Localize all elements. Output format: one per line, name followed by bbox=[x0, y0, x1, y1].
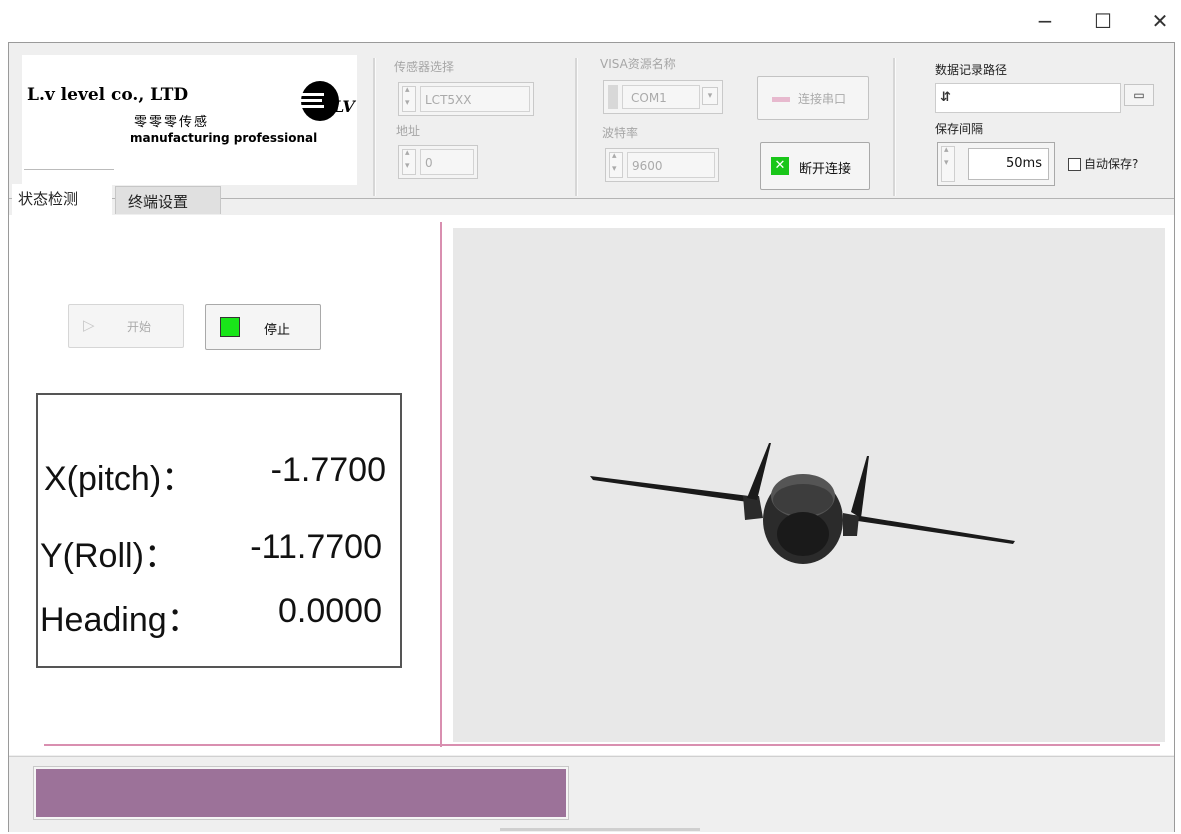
company-logo: L.v level co., LTD 零零零传感 manufacturing p… bbox=[22, 55, 357, 185]
logo-tagline-en: manufacturing professional bbox=[130, 131, 318, 145]
baud-rate-spinner[interactable] bbox=[609, 151, 623, 178]
scroll-indicator[interactable] bbox=[500, 828, 700, 831]
minimize-button[interactable]: − bbox=[1025, 6, 1065, 36]
connect-indicator-icon bbox=[772, 97, 790, 102]
aircraft-model-icon bbox=[590, 443, 1015, 564]
sensor-select-value: LCT5XX bbox=[420, 86, 530, 112]
chevron-down-icon[interactable]: ▾ bbox=[702, 87, 718, 105]
sensor-select[interactable]: LCT5XX bbox=[398, 82, 534, 116]
logo-tagline-cn: 零零零传感 bbox=[134, 115, 210, 130]
save-interval-spinner[interactable] bbox=[941, 145, 955, 182]
autosave-checkbox[interactable] bbox=[1068, 158, 1081, 171]
visa-resource-select[interactable]: COM1 ▾ bbox=[603, 80, 723, 114]
panel-separator bbox=[893, 58, 896, 196]
panel-separator bbox=[373, 58, 376, 196]
log-path-label: 数据记录路径 bbox=[935, 63, 1008, 77]
save-interval-label: 保存间隔 bbox=[935, 122, 984, 136]
visa-resource-icon bbox=[608, 85, 618, 109]
start-label: 开始 bbox=[127, 320, 152, 334]
roll-label: Y(Roll)： bbox=[40, 537, 178, 575]
address-label: 地址 bbox=[396, 124, 421, 138]
log-path-input[interactable]: ⇵ bbox=[935, 83, 1121, 113]
connect-serial-label: 连接串口 bbox=[798, 92, 847, 106]
stop-button[interactable]: 停止 bbox=[205, 304, 321, 350]
panel-separator bbox=[575, 58, 578, 196]
path-icon: ⇵ bbox=[940, 90, 951, 105]
folder-browse-icon[interactable]: ▭ bbox=[1124, 84, 1154, 106]
baud-rate-value: 9600 bbox=[627, 152, 715, 178]
close-button[interactable]: ✕ bbox=[1140, 6, 1180, 36]
baud-rate-label: 波特率 bbox=[602, 126, 639, 140]
disconnect-button[interactable]: ✕ 断开连接 bbox=[760, 142, 870, 190]
save-interval-input[interactable]: 50ms bbox=[937, 142, 1055, 186]
address-spinner[interactable] bbox=[402, 148, 416, 175]
maximize-button[interactable]: ☐ bbox=[1083, 6, 1123, 36]
disconnect-label: 断开连接 bbox=[799, 162, 852, 177]
sensor-select-spinner[interactable] bbox=[402, 85, 416, 112]
tab-status-monitor[interactable]: 状态检测 bbox=[12, 184, 112, 216]
sensor-select-label: 传感器选择 bbox=[394, 60, 455, 74]
save-interval-value: 50ms bbox=[968, 148, 1049, 180]
tab-terminal-settings[interactable]: 终端设置 bbox=[115, 186, 221, 214]
stop-label: 停止 bbox=[264, 323, 291, 338]
play-icon: ▷ bbox=[83, 316, 95, 334]
divider-horizontal bbox=[44, 744, 1160, 746]
visa-resource-label: VISA资源名称 bbox=[600, 57, 676, 71]
baud-rate-input[interactable]: 9600 bbox=[605, 148, 719, 182]
visa-resource-value: COM1 bbox=[622, 85, 700, 109]
address-value: 0 bbox=[420, 149, 474, 175]
aircraft-3d-view bbox=[453, 228, 1165, 742]
running-led-icon bbox=[220, 317, 240, 337]
heading-value: 0.0000 bbox=[278, 592, 382, 630]
connect-serial-button[interactable]: 连接串口 bbox=[757, 76, 869, 120]
pitch-label: X(pitch)： bbox=[44, 460, 196, 498]
progress-bar-fill bbox=[36, 769, 566, 817]
disconnect-x-icon: ✕ bbox=[771, 157, 789, 175]
start-button[interactable]: ▷ 开始 bbox=[68, 304, 184, 348]
logo-mark-text: LV bbox=[333, 97, 355, 116]
attitude-readout-panel: X(pitch)： -1.7700 Y(Roll)： -11.7700 Head… bbox=[36, 393, 402, 668]
heading-label: Heading： bbox=[40, 601, 201, 639]
logo-underline bbox=[24, 169, 114, 170]
roll-value: -11.7700 bbox=[250, 528, 382, 566]
divider-vertical bbox=[440, 222, 442, 747]
pitch-value: -1.7700 bbox=[270, 451, 386, 489]
address-input[interactable]: 0 bbox=[398, 145, 478, 179]
autosave-label: 自动保存? bbox=[1084, 157, 1139, 171]
logo-company-name: L.v level co., LTD bbox=[27, 85, 189, 105]
progress-bar bbox=[33, 766, 569, 820]
